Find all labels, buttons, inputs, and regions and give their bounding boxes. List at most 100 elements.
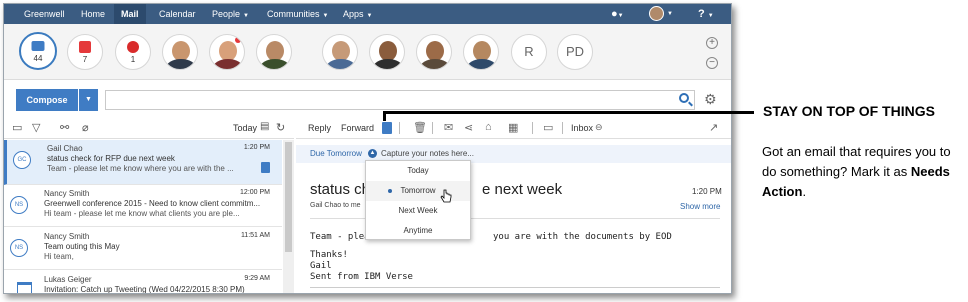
- divider: [310, 287, 720, 288]
- sort-today[interactable]: Today: [233, 123, 257, 133]
- chevron-down-icon: ▼: [366, 13, 373, 19]
- tag-icon[interactable]: ⌂: [485, 121, 492, 133]
- hand-cursor-icon: [440, 189, 452, 203]
- person-bubble[interactable]: [256, 34, 292, 70]
- list-item[interactable]: NS Nancy Smith Team outing this May Hi t…: [4, 228, 282, 270]
- message-list: GC Gail Chao status check for RFP due ne…: [4, 140, 294, 293]
- attachment-icon[interactable]: ⌀: [82, 121, 89, 134]
- subject-end: e next week: [482, 181, 563, 198]
- dropdown-item-anytime[interactable]: Anytime: [366, 221, 470, 241]
- filter-icon[interactable]: ▽: [32, 121, 40, 134]
- divider: [562, 122, 563, 134]
- link-icon[interactable]: ⚯: [60, 121, 69, 134]
- subject: Team outing this May: [44, 242, 120, 251]
- remove-bubble-icon[interactable]: −: [706, 57, 718, 69]
- calendar-invite-icon: [17, 282, 32, 293]
- person-bubble[interactable]: [369, 34, 405, 70]
- avatar: [649, 6, 664, 21]
- list-item[interactable]: GC Gail Chao status check for RFP due ne…: [4, 140, 282, 185]
- dropdown-item-today[interactable]: Today: [366, 161, 470, 181]
- list-item[interactable]: Lukas Geiger Invitation: Catch up Tweeti…: [4, 271, 282, 293]
- mail-bubble[interactable]: 44: [19, 32, 57, 70]
- needs-action-icon: [79, 41, 91, 53]
- due-label[interactable]: Due Tomorrow: [310, 149, 362, 158]
- nav-home[interactable]: Home: [81, 4, 105, 24]
- chevron-down-icon: ▼: [243, 13, 249, 19]
- inbox-label[interactable]: Inbox: [571, 123, 593, 133]
- todo-bubble[interactable]: 7: [67, 34, 103, 70]
- show-more-link[interactable]: Show more: [680, 202, 720, 211]
- trash-icon[interactable]: 🗑: [413, 121, 427, 134]
- envelope-icon: [31, 41, 45, 51]
- nav-mail[interactable]: Mail: [114, 4, 146, 24]
- page: Greenwell Home Mail Calendar People ▼ Com…: [0, 0, 968, 302]
- signature-line: Sent from IBM Verse: [310, 272, 413, 282]
- folder-icon[interactable]: ▭: [12, 121, 22, 134]
- needs-action-button[interactable]: [382, 122, 392, 134]
- needs-action-icon[interactable]: [261, 162, 270, 173]
- message-time: 1:20 PM: [692, 187, 722, 196]
- share-icon[interactable]: ⋖: [464, 121, 473, 134]
- person-bubble[interactable]: [162, 34, 198, 70]
- nav-people[interactable]: People ▼: [212, 4, 249, 24]
- user-avatar-menu[interactable]: ▼: [649, 4, 673, 24]
- initials-bubble[interactable]: PD: [557, 34, 593, 70]
- preview: Hi team,: [44, 252, 74, 261]
- forward-button[interactable]: Forward: [341, 123, 374, 133]
- needs-action-bar: Due Tomorrow ▲ Capture your notes here..…: [296, 145, 731, 163]
- remove-folder-icon[interactable]: ⊖: [595, 122, 603, 133]
- nav-people-label: People: [212, 9, 241, 19]
- list-toolbar: ▭ ▽ ⚯ ⌀ Today ▤ ↻: [4, 117, 294, 139]
- person-bubble[interactable]: [463, 34, 499, 70]
- add-bubble-icon[interactable]: +: [706, 37, 718, 49]
- nav-apps-label: Apps: [343, 9, 364, 19]
- dropdown-item-next-week[interactable]: Next Week: [366, 201, 470, 221]
- alert-icon: [127, 41, 139, 53]
- person-bubble[interactable]: [322, 34, 358, 70]
- compose-menu-button[interactable]: ▼: [79, 89, 98, 111]
- nav-apps[interactable]: Apps ▼: [343, 4, 372, 24]
- chevron-up-icon[interactable]: ▲: [368, 149, 377, 158]
- list-item[interactable]: NS Nancy Smith Greenwell conference 2015…: [4, 185, 282, 227]
- gear-icon[interactable]: ⚙: [704, 91, 717, 108]
- lightbulb-icon[interactable]: ●▼: [611, 4, 624, 24]
- search-input[interactable]: [105, 90, 695, 110]
- envelope-icon[interactable]: ✉: [444, 121, 453, 134]
- compose-button[interactable]: Compose: [16, 89, 78, 111]
- person-bubble[interactable]: [209, 34, 245, 70]
- selected-dot: [388, 189, 392, 193]
- print-icon[interactable]: ▦: [508, 121, 518, 134]
- scrollbar-thumb[interactable]: [285, 142, 292, 252]
- refresh-icon[interactable]: ↻: [276, 121, 285, 134]
- chevron-down-icon: ▼: [322, 13, 329, 19]
- calendar-icon[interactable]: ▤: [260, 121, 269, 132]
- notes-input[interactable]: Capture your notes here...: [381, 149, 474, 158]
- timestamp: 12:00 PM: [240, 189, 270, 196]
- popout-icon[interactable]: ↗: [709, 121, 718, 134]
- person-bubble[interactable]: [416, 34, 452, 70]
- initials-bubble[interactable]: R: [511, 34, 547, 70]
- verse-window: Greenwell Home Mail Calendar People ▼ Com…: [3, 3, 732, 294]
- reply-button[interactable]: Reply: [308, 123, 331, 133]
- subject: Greenwell conference 2015 - Need to know…: [44, 199, 261, 208]
- reading-toolbar: Reply Forward 🗑 ✉ ⋖ ⌂ ▦ ▭ Inbox ⊖ ↗: [296, 117, 731, 139]
- alert-bubble[interactable]: 1: [115, 34, 151, 70]
- dropdown-item-tomorrow[interactable]: Tomorrow: [366, 181, 470, 201]
- sender: Gail Chao: [47, 144, 83, 153]
- nav-communities[interactable]: Communities ▼: [267, 4, 328, 24]
- brand-link[interactable]: Greenwell: [24, 4, 65, 24]
- preview: Hi team - please let me know what client…: [44, 209, 240, 218]
- timestamp: 9:29 AM: [244, 275, 270, 282]
- body-line-end: you are with the documents by EOD: [493, 232, 672, 242]
- move-to-folder-icon[interactable]: ▭: [543, 121, 553, 134]
- sender: Nancy Smith: [44, 232, 90, 241]
- sender: Nancy Smith: [44, 189, 90, 198]
- top-nav: Greenwell Home Mail Calendar People ▼ Com…: [4, 4, 731, 24]
- callout-text: Got an email that requires you to do som…: [762, 142, 962, 202]
- nav-calendar[interactable]: Calendar: [159, 4, 196, 24]
- avatar: NS: [10, 196, 28, 214]
- nav-communities-label: Communities: [267, 9, 320, 19]
- search-icon[interactable]: [679, 93, 689, 103]
- timestamp: 11:51 AM: [240, 232, 270, 239]
- help-menu[interactable]: ? ▼: [698, 4, 714, 24]
